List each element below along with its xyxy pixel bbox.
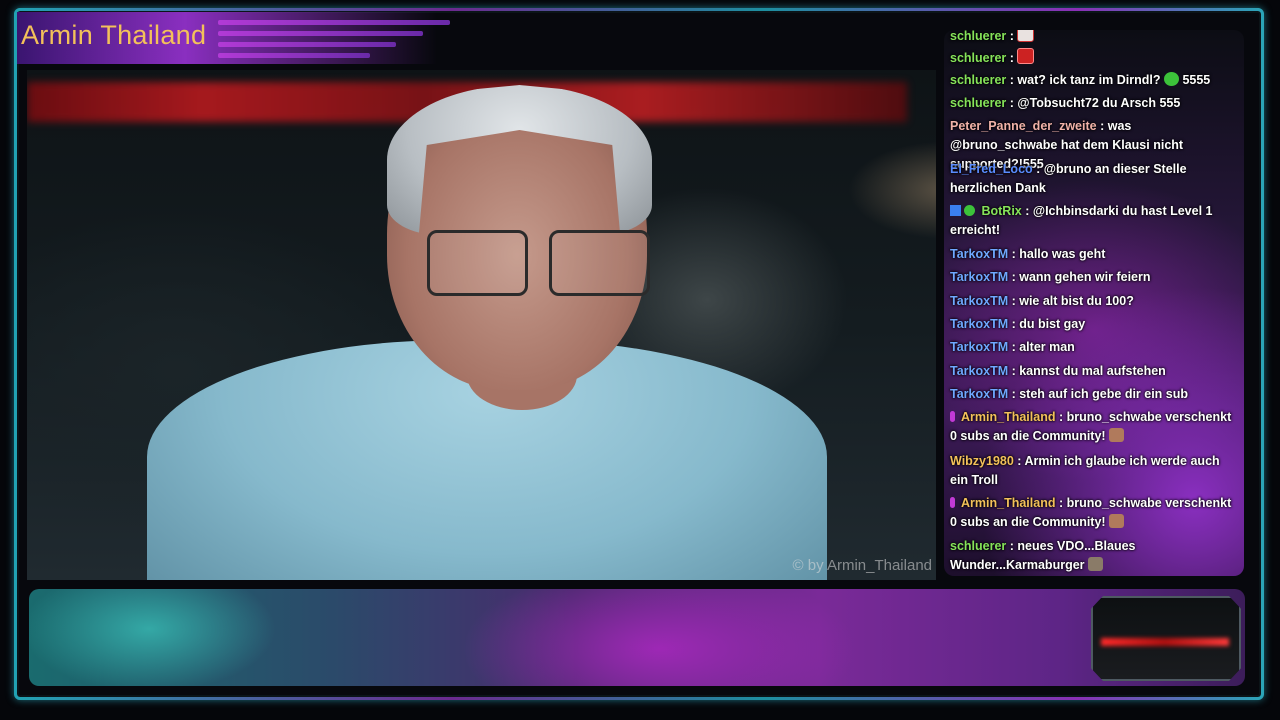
chat-text: wie alt bist du 100? (1019, 294, 1134, 308)
chat-message: El_Fred_Loco : @bruno an dieser Stelle h… (950, 162, 1187, 195)
chat-message: schluerer : wat? ick tanz im Dirndl? 555… (950, 72, 1211, 87)
chat-username: TarkoxTM (950, 270, 1009, 284)
mini-cam-red-light (1101, 638, 1229, 646)
mod-badge-icon (950, 205, 961, 216)
chat-text: @Tobsucht72 du Arsch 555 (1017, 96, 1181, 110)
chat-message: schluerer : @Tobsucht72 du Arsch 555 (950, 96, 1181, 110)
verified-badge-icon (964, 205, 975, 216)
red-box-emote (1017, 30, 1035, 42)
chat-message: TarkoxTM : wie alt bist du 100? (950, 294, 1134, 308)
lens-right (549, 230, 650, 296)
chat-username: TarkoxTM (950, 387, 1009, 401)
chat-message: BotRix : @Ichbinsdarki du hast Level 1 e… (950, 204, 1213, 237)
chat-username: schluerer (950, 73, 1007, 87)
secondary-camera-view (1091, 596, 1241, 681)
glasses-icon (427, 230, 657, 300)
chat-text: alter man (1019, 340, 1075, 354)
chat-text: wat? ick tanz im Dirndl? (1017, 73, 1161, 87)
chat-username: Wibzy1980 (950, 454, 1014, 468)
lens-left (427, 230, 528, 296)
chat-message: Armin_Thailand : bruno_schwabe verschenk… (950, 496, 1232, 529)
chat-message: schluerer : (950, 48, 1238, 68)
deco-bar (218, 42, 396, 47)
webcam-video: © by Armin_Thailand (27, 70, 936, 580)
chat-message: TarkoxTM : du bist gay (950, 317, 1086, 331)
chat-text: hallo was geht (1019, 247, 1106, 261)
chat-message: TarkoxTM : hallo was geht (950, 247, 1106, 261)
chat-username: Armin_Thailand (961, 410, 1056, 424)
red-box-emote (1017, 48, 1035, 64)
chat-username: Armin_Thailand (961, 496, 1056, 510)
chat-message: TarkoxTM : kannst du mal aufstehen (950, 364, 1166, 378)
chat-username: schluerer (950, 96, 1007, 110)
chat-username: TarkoxTM (950, 340, 1009, 354)
chat-message: TarkoxTM : steh auf ich gebe dir ein sub (950, 387, 1189, 401)
chat-username: TarkoxTM (950, 364, 1009, 378)
chat-text: kannst du mal aufstehen (1019, 364, 1166, 378)
chat-panel[interactable]: schluerer : schluerer : schluerer : wat?… (944, 30, 1244, 576)
title-decoration-bars (218, 20, 450, 64)
chat-username: TarkoxTM (950, 317, 1009, 331)
chat-text-suffix: 5555 (1182, 73, 1211, 87)
chat-message: TarkoxTM : wann gehen wir feiern (950, 270, 1151, 284)
chat-username: schluerer (950, 51, 1007, 65)
face-emote (1109, 428, 1125, 442)
chat-text: wann gehen wir feiern (1019, 270, 1151, 284)
green-blob-emote (1163, 72, 1179, 86)
chat-username: TarkoxTM (950, 294, 1009, 308)
chat-username: schluerer (950, 30, 1007, 43)
video-watermark: © by Armin_Thailand (792, 557, 932, 574)
chat-username: Peter_Panne_der_zweite (950, 119, 1097, 133)
sub-badge-icon (950, 411, 955, 422)
chat-username: BotRix (981, 204, 1022, 218)
sub-badge-icon (950, 497, 955, 508)
bottom-info-bar (29, 589, 1245, 686)
chat-message: schluerer : neues VDO...Blaues Wunder...… (950, 539, 1136, 572)
burger-emote (1088, 557, 1104, 571)
chat-text: du bist gay (1019, 317, 1086, 331)
chat-text: steh auf ich gebe dir ein sub (1019, 387, 1189, 401)
deco-bar (218, 20, 450, 25)
chat-message: Wibzy1980 : Armin ich glaube ich werde a… (950, 454, 1220, 487)
chat-username: TarkoxTM (950, 247, 1009, 261)
face-emote (1109, 514, 1125, 528)
deco-bar (218, 31, 423, 36)
deco-bar (218, 53, 370, 58)
chat-username: schluerer (950, 539, 1007, 553)
chat-message: schluerer : (950, 30, 1238, 46)
chat-username: El_Fred_Loco (950, 162, 1033, 176)
chat-message: Armin_Thailand : bruno_schwabe verschenk… (950, 410, 1232, 443)
chat-message: TarkoxTM : alter man (950, 340, 1075, 354)
stream-title: Armin Thailand (21, 20, 207, 50)
